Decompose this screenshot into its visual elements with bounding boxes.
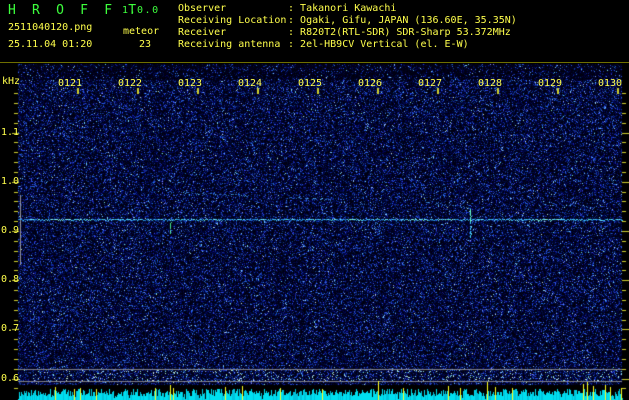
info-value: R820T2(RTL-SDR) SDR-Sharp 53.372MHz bbox=[300, 27, 511, 38]
info-value: Takanori Kawachi bbox=[300, 3, 397, 14]
time-tick-label: 0123 bbox=[178, 78, 203, 89]
time-tick-label: 0122 bbox=[118, 78, 143, 89]
freq-tick-label: 0.6 bbox=[1, 373, 20, 384]
app-title: H R O F F T bbox=[8, 3, 141, 18]
freq-tick-label: 1.0 bbox=[1, 176, 20, 187]
time-tick-label: 0128 bbox=[478, 78, 503, 89]
info-colon: : bbox=[288, 39, 301, 50]
info-colon: : bbox=[288, 3, 301, 14]
khz-axis-label: kHz bbox=[2, 76, 21, 87]
info-row: Receiving antenna: 2el-HB9CV Vertical (e… bbox=[178, 39, 517, 51]
time-tick-label: 0124 bbox=[238, 78, 263, 89]
hrofft-screen: H R O F F T 1.0.0 2511040120.png meteor … bbox=[0, 0, 629, 400]
time-tick-label: 0129 bbox=[538, 78, 563, 89]
capture-datetime: 25.11.04 01:20 bbox=[8, 39, 93, 50]
time-tick-label: 0125 bbox=[298, 78, 323, 89]
info-row: Receiver: R820T2(RTL-SDR) SDR-Sharp 53.3… bbox=[178, 27, 517, 39]
info-label: Observer bbox=[178, 3, 227, 14]
info-colon: : bbox=[288, 27, 301, 38]
time-tick-label: 0126 bbox=[358, 78, 383, 89]
observation-mode: meteor bbox=[123, 26, 160, 37]
spectrogram-canvas bbox=[0, 63, 629, 400]
info-colon: : bbox=[288, 15, 301, 26]
freq-tick-label: 1.1 bbox=[1, 127, 20, 138]
info-row: Receiving Location: Ogaki, Gifu, JAPAN (… bbox=[178, 15, 517, 27]
freq-tick-label: 0.9 bbox=[1, 225, 20, 236]
time-tick-label: 0121 bbox=[58, 78, 83, 89]
echo-count: 23 bbox=[139, 39, 152, 50]
station-info: Observer: Takanori Kawachi Receiving Loca… bbox=[178, 3, 517, 51]
time-tick-label: 0130 bbox=[598, 78, 623, 89]
app-version: 1.0.0 bbox=[122, 5, 160, 16]
info-label: Receiving antenna bbox=[178, 39, 281, 50]
info-value: Ogaki, Gifu, JAPAN (136.60E, 35.35N) bbox=[300, 15, 517, 26]
info-label: Receiver bbox=[178, 27, 227, 38]
freq-tick-label: 0.7 bbox=[1, 323, 20, 334]
info-row: Observer: Takanori Kawachi bbox=[178, 3, 517, 15]
freq-tick-label: 0.8 bbox=[1, 274, 20, 285]
capture-filename: 2511040120.png bbox=[8, 22, 93, 33]
info-label: Receiving Location bbox=[178, 15, 287, 26]
info-value: 2el-HB9CV Vertical (el. E-W) bbox=[300, 39, 469, 50]
time-tick-label: 0127 bbox=[418, 78, 443, 89]
